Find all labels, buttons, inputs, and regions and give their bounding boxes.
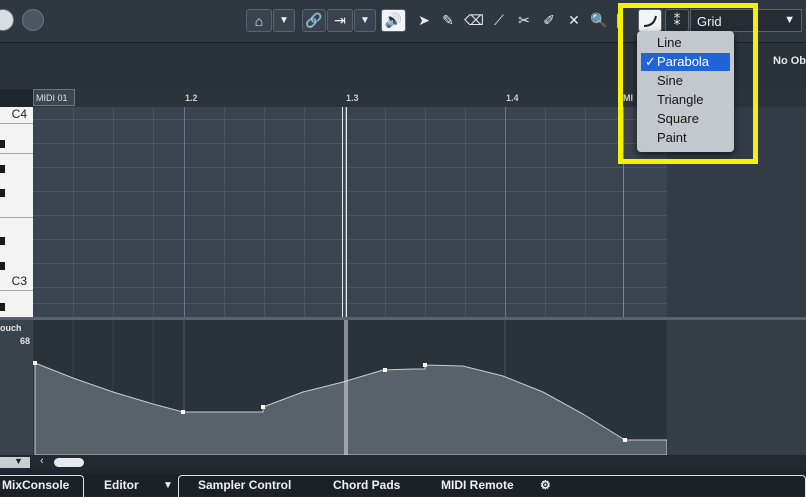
- mute-tool[interactable]: ✕: [562, 9, 586, 32]
- pencil-icon: ✎: [442, 12, 454, 28]
- link-icon: 🔗: [305, 12, 323, 28]
- auto-scroll-icon: ⇥: [334, 12, 346, 28]
- monitor-button[interactable]: [22, 9, 44, 31]
- grid-beat-line: [304, 107, 305, 317]
- lower-zone-tabs: MixConsole Editor ▼ Sampler Control Chor…: [0, 474, 806, 497]
- black-key[interactable]: [0, 140, 5, 148]
- key-label-c4: C4: [11, 107, 27, 121]
- chevron-down-icon: ▼: [784, 14, 795, 26]
- grid-beat-line: [224, 107, 225, 317]
- horizontal-scrollbar[interactable]: ▼ ‹: [0, 455, 806, 470]
- draw-tool[interactable]: ✎: [436, 9, 460, 32]
- knife-icon: ⟋: [494, 12, 504, 28]
- controller-lane-header[interactable]: ouch 68: [0, 320, 34, 455]
- grid-beat-line: [73, 107, 74, 317]
- tab-sampler-control[interactable]: Sampler Control: [198, 478, 291, 492]
- controller-value: 68: [19, 336, 30, 346]
- x-mute-icon: ✕: [568, 12, 580, 28]
- scroll-thumb[interactable]: [54, 458, 84, 467]
- speaker-icon: 🔊: [384, 12, 403, 28]
- tab-chord-pads[interactable]: Chord Pads: [333, 478, 400, 492]
- scroll-left-icon[interactable]: ‹: [40, 455, 44, 467]
- house-icon: ⌂: [254, 12, 264, 29]
- key-divider: [0, 217, 33, 218]
- key-divider: [0, 153, 33, 154]
- tab-editor[interactable]: Editor: [104, 478, 139, 492]
- ruler-tick: 1.4: [506, 93, 519, 103]
- black-key[interactable]: [0, 262, 5, 270]
- editor-dropdown-icon[interactable]: ▼: [163, 480, 173, 491]
- key-divider: [0, 123, 33, 124]
- triangle-down-icon: ▼: [279, 15, 289, 26]
- acoustic-feedback-button[interactable]: 🔊: [381, 9, 406, 32]
- glue-tube-icon: ✐: [543, 12, 555, 28]
- controller-curve: [33, 320, 806, 455]
- scissors-icon: ✂: [518, 12, 530, 28]
- triangle-down-icon: ▼: [360, 15, 370, 26]
- magnifier-icon: 🔍: [590, 12, 608, 28]
- controller-name: ouch: [0, 323, 22, 333]
- gear-icon[interactable]: ⚙: [540, 478, 551, 492]
- grid-beat-line: [113, 107, 114, 317]
- auto-scroll-dropdown[interactable]: ▼: [354, 9, 376, 32]
- ruler-tick: 1.3: [346, 93, 359, 103]
- project-cursor[interactable]: [342, 107, 347, 317]
- grid-beat-line: [264, 107, 265, 317]
- tab-mixconsole-label: MixConsole: [2, 478, 70, 492]
- glue-tool[interactable]: ✐: [537, 9, 561, 32]
- key-label-c3: C3: [11, 274, 27, 288]
- grid-bar-line: [184, 107, 185, 317]
- grid-beat-line: [385, 107, 386, 317]
- black-key[interactable]: [0, 189, 5, 197]
- inspector-dropdown-button[interactable]: ▼: [273, 9, 295, 32]
- part-label: MIDI 01: [33, 89, 75, 106]
- arrow-pointer-icon: ➤: [418, 12, 430, 28]
- triangle-down-icon: ▼: [14, 456, 23, 466]
- grid-beat-line: [545, 107, 546, 317]
- erase-tool[interactable]: ⌫: [462, 9, 486, 32]
- tab-midi-remote[interactable]: MIDI Remote: [441, 478, 514, 492]
- link-button[interactable]: 🔗: [302, 9, 326, 32]
- piano-keyboard[interactable]: C4 C3: [0, 107, 34, 317]
- grid-bar-line: [505, 107, 506, 317]
- black-key[interactable]: [0, 237, 5, 245]
- inspector-toggle-button[interactable]: ⌂: [246, 9, 272, 32]
- grid-beat-line: [153, 107, 154, 317]
- trim-tool[interactable]: ⟋: [487, 9, 511, 32]
- grid-beat-line: [465, 107, 466, 317]
- ruler-tick: 1.2: [185, 93, 198, 103]
- zoom-tool[interactable]: 🔍: [587, 9, 611, 32]
- info-line-status: No Ob: [773, 55, 806, 67]
- auto-scroll-button[interactable]: ⇥: [327, 9, 353, 32]
- record-button[interactable]: [0, 9, 14, 31]
- split-tool[interactable]: ✂: [512, 9, 536, 32]
- highlight-box: [618, 3, 758, 164]
- key-divider: [0, 290, 33, 291]
- eraser-icon: ⌫: [464, 12, 484, 28]
- grid-beat-line: [585, 107, 586, 317]
- black-key[interactable]: [0, 165, 5, 173]
- object-selection-tool[interactable]: ➤: [412, 9, 436, 32]
- black-key[interactable]: [0, 303, 5, 311]
- grid-beat-line: [425, 107, 426, 317]
- controller-lane[interactable]: [33, 320, 806, 455]
